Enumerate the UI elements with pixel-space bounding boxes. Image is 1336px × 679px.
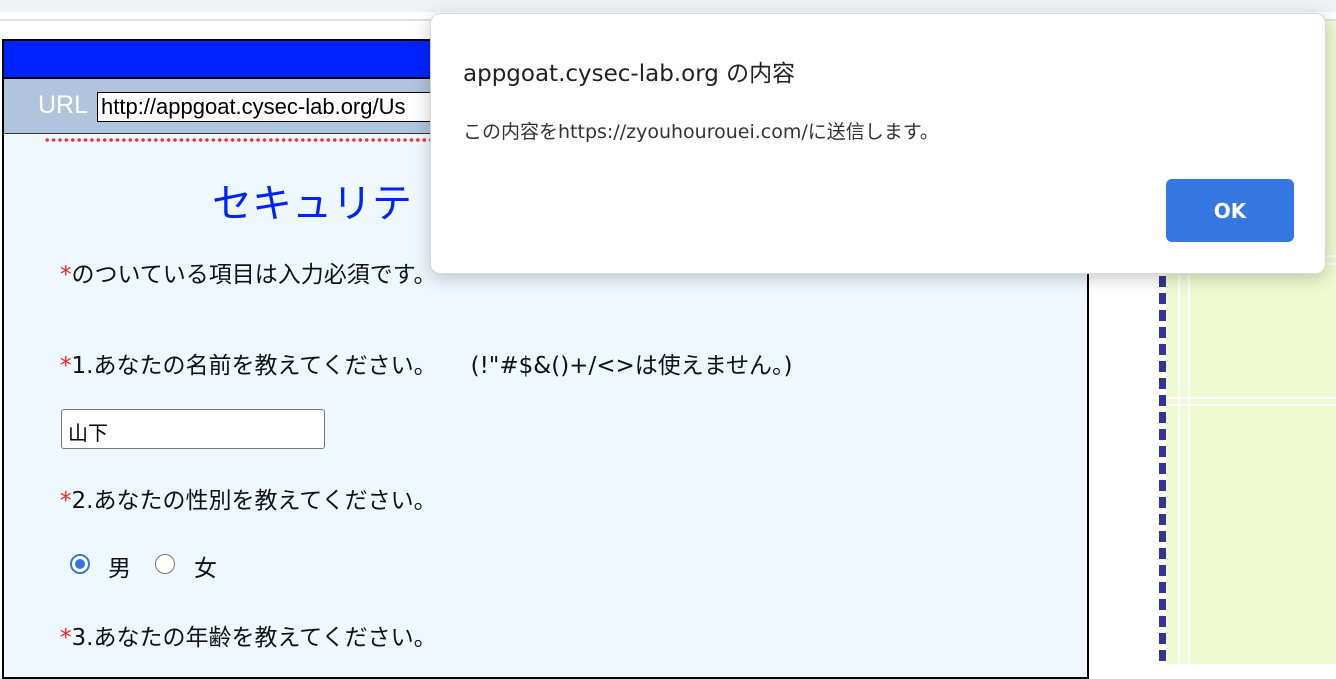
gender-label-female: 女	[194, 556, 217, 582]
required-mark: *	[60, 488, 72, 514]
page-title: セキュリテ	[212, 181, 412, 227]
required-note: *のついている項目は入力必須です。	[60, 255, 437, 289]
required-mark: *	[60, 625, 72, 651]
name-input[interactable]: 山下	[61, 409, 325, 449]
required-mark: *	[60, 262, 72, 288]
required-mark: *	[60, 353, 72, 379]
ok-button[interactable]: OK	[1166, 179, 1294, 242]
question-1-note: (!"#$&()+/<>は使えません。)	[470, 353, 793, 379]
question-2: *2.あなたの性別を教えてください。	[60, 481, 437, 515]
url-field[interactable]: http://appgoat.cysec-lab.org/Us	[97, 92, 457, 122]
required-note-text: のついている項目は入力必須です。	[71, 262, 437, 288]
question-3-text: 3.あなたの年齢を教えてください。	[71, 625, 437, 651]
url-label: URL	[38, 91, 89, 119]
question-1: *1.あなたの名前を教えてください。 (!"#$&()+/<>は使えません。)	[60, 346, 793, 380]
question-1-text: 1.あなたの名前を教えてください。	[71, 353, 437, 379]
gender-radio-female[interactable]	[155, 554, 175, 574]
browser-toolbar	[0, 0, 1336, 12]
question-3: *3.あなたの年齢を教えてください。	[60, 618, 437, 652]
question-2-text: 2.あなたの性別を教えてください。	[71, 488, 437, 514]
gender-label-male: 男	[108, 556, 131, 582]
dialog-title: appgoat.cysec-lab.org の内容	[463, 61, 796, 87]
alert-dialog: appgoat.cysec-lab.org の内容 この内容をhttps://z…	[430, 13, 1326, 274]
gender-radio-male[interactable]	[70, 554, 90, 574]
dialog-message: この内容をhttps://zyouhourouei.com/に送信します。	[463, 121, 939, 143]
